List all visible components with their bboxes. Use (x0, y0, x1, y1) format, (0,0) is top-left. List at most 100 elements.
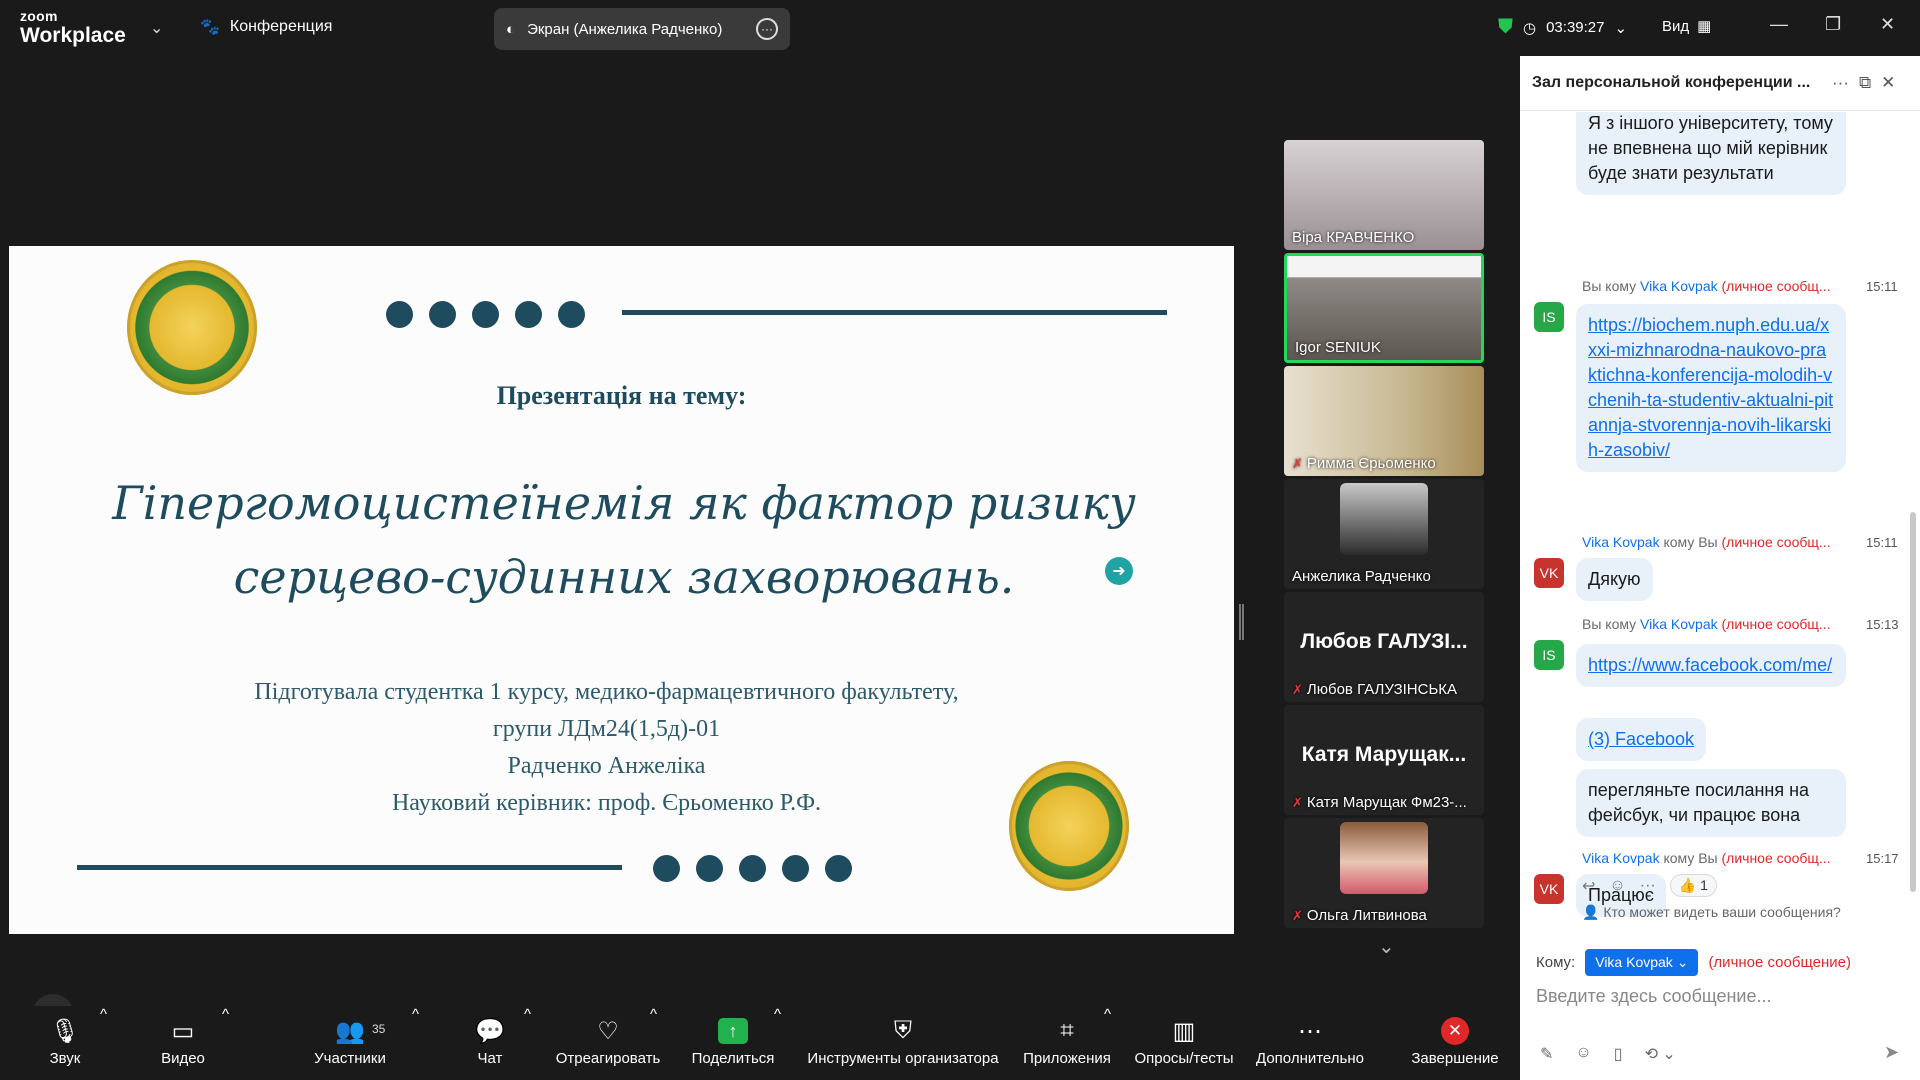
meeting-menu-label: Конференция (229, 18, 333, 35)
message-visibility-link[interactable]: 👤 Кто может видеть ваши сообщения? (1582, 904, 1841, 921)
audio-button[interactable]: 🎙 Звук (30, 1006, 100, 1080)
more-icon[interactable]: ··· (1640, 877, 1656, 895)
author-line: групи ЛДм24(1,5д)-01 (492, 716, 721, 742)
video-tile[interactable]: Любов ГАЛУЗІ... ✗ Любов ГАЛУЗІНСЬКА (1284, 592, 1484, 702)
chevron-down-icon[interactable]: ⌄ (1378, 934, 1395, 959)
participant-big-name: Катя Марущак... (1301, 743, 1467, 766)
chat-button[interactable]: 💬 Чат (460, 1006, 520, 1080)
participant-name: Igor SENIUK (1295, 339, 1381, 356)
file-icon[interactable]: ▯ (1614, 1044, 1623, 1064)
more-options-icon[interactable]: ··· (756, 18, 778, 40)
share-arrow-icon: ↑ (718, 1018, 748, 1044)
slide-dot (472, 301, 499, 328)
format-icon[interactable]: ✎ (1540, 1044, 1553, 1064)
share-button[interactable]: ↑ Поделиться (686, 1006, 780, 1080)
video-button[interactable]: ▭ Видео (148, 1006, 218, 1080)
mic-muted-icon: ✗ (1292, 907, 1303, 923)
more-icon[interactable]: ··· (1832, 73, 1849, 93)
chevron-down-icon[interactable]: ⌄ (150, 18, 163, 38)
chat-scrollbar[interactable] (1910, 512, 1916, 892)
slide-dot (429, 301, 456, 328)
chat-messages[interactable]: Я з іншого університету, тому не впевнен… (1520, 112, 1920, 950)
arrow-right-icon[interactable]: ➜ (1105, 557, 1133, 585)
end-button[interactable]: ✕ Завершение (1410, 1006, 1500, 1080)
chat-message-link[interactable]: https://biochem.nuph.edu.ua/xxxi-mizhnar… (1576, 304, 1846, 472)
slide-subtitle: Презентація на тему: (496, 381, 747, 410)
chevron-up-icon[interactable]: ^ (412, 1006, 419, 1080)
chat-message[interactable]: Дякую (1576, 558, 1653, 601)
restore-icon[interactable]: ❐ (1825, 14, 1841, 35)
video-tile[interactable]: ✗ Римма Єрьоменко (1284, 366, 1484, 476)
message-text: https://biochem.nuph.edu.ua/xxxi-mizhnar… (1588, 315, 1834, 460)
avatar: IS (1534, 640, 1564, 670)
more-button[interactable]: ⋯ Дополнительно (1250, 1006, 1370, 1080)
chevron-up-icon[interactable]: ^ (774, 1006, 781, 1080)
video-tile[interactable]: Віра КРАВЧЕНКО (1284, 140, 1484, 250)
close-icon[interactable]: ✕ (1881, 73, 1895, 93)
lab-emblem-icon (1009, 761, 1129, 891)
chat-message-link[interactable]: https://www.facebook.com/me/ (1576, 644, 1846, 687)
shield-check-icon: ⛊ (1498, 16, 1513, 38)
resize-handle[interactable] (1239, 604, 1244, 640)
meeting-timer[interactable]: ⛊ ◷ 03:39:27 ⌄ (1498, 16, 1627, 39)
participant-name: Віра КРАВЧЕНКО (1292, 229, 1415, 246)
message-text: перегляньте посилання на фейсбук, чи пра… (1588, 780, 1810, 825)
chevron-down-icon: ⌄ (1614, 19, 1628, 37)
video-tile[interactable]: Катя Марущак... ✗ Катя Марущак Фм23-... (1284, 705, 1484, 815)
chevron-up-icon[interactable]: ^ (650, 1006, 657, 1080)
video-tile[interactable]: ✗ Ольга Литвинова (1284, 818, 1484, 928)
chevron-up-icon[interactable]: ^ (524, 1006, 531, 1080)
apps-button[interactable]: ⌗ Приложения (1020, 1006, 1114, 1080)
mic-muted-icon: ✗ (1292, 455, 1303, 471)
reply-icon[interactable]: ↩ (1582, 876, 1595, 896)
recipient-row: Кому: Vika Kovpak ⌄ (личное сообщение) (1536, 949, 1851, 976)
video-tile[interactable]: Анжелика Радченко (1284, 479, 1484, 589)
share-screen-indicator[interactable]: ◐ Экран (Анжелика Радченко) ··· (494, 8, 790, 50)
author-line: Підготувала студентка 1 курсу, медико-фа… (254, 679, 959, 705)
popout-icon[interactable]: ⧉ (1859, 73, 1871, 93)
to-label: Кому: (1536, 954, 1576, 971)
participant-name: ✗ Катя Марущак Фм23-... (1292, 794, 1467, 811)
polls-button[interactable]: ▥ Опросы/тесты (1132, 1006, 1236, 1080)
avatar (1340, 483, 1428, 555)
heart-icon: ♡ (597, 1017, 619, 1045)
slide-dot (515, 301, 542, 328)
participant-name: Анжелика Радченко (1292, 568, 1431, 585)
participant-name: ✗ Ольга Литвинова (1292, 907, 1427, 924)
message-meta: Вы кому Vika Kovpak (личное сообщ... (1582, 278, 1831, 294)
message-text: https://www.facebook.com/me/ (1588, 655, 1833, 675)
screenshot-icon[interactable]: ⟲ ⌄ (1645, 1044, 1676, 1064)
host-tools-button[interactable]: ⛨ Инструменты организатора (803, 1006, 1003, 1080)
chevron-up-icon[interactable]: ^ (222, 1006, 229, 1080)
grid-icon: ▦ (1697, 18, 1712, 35)
view-menu[interactable]: Вид ▦ (1662, 17, 1712, 36)
chat-bubble-icon: 💬 (475, 1017, 505, 1045)
close-icon[interactable]: ✕ (1880, 14, 1895, 35)
slide-dot (653, 855, 680, 882)
reaction-thumbs-up[interactable]: 👍 1 (1669, 874, 1717, 897)
shared-slide: Презентація на тему: Гіпергомоцистеїнемі… (9, 246, 1234, 934)
slide-title: Гіпергомоцистеїнемія як фактор ризику се… (112, 476, 1136, 604)
participants-button[interactable]: 👥 Участники (305, 1006, 395, 1080)
brand-small: zoom (20, 8, 58, 24)
message-text: Я з іншого університету, тому не впевнен… (1588, 113, 1833, 183)
minimize-icon[interactable]: — (1770, 14, 1788, 35)
private-label: (личное сообщение) (1708, 954, 1851, 971)
meeting-menu[interactable]: 🐾 Конференция (200, 17, 332, 37)
video-tile-active[interactable]: Igor SENIUK (1284, 253, 1484, 363)
chevron-up-icon[interactable]: ^ (100, 1006, 107, 1080)
emoji-add-icon[interactable]: ☺ (1609, 877, 1625, 895)
chat-message[interactable]: перегляньте посилання на фейсбук, чи пра… (1576, 769, 1846, 837)
chat-message-link[interactable]: (3) Facebook (1576, 718, 1707, 761)
recipient-select[interactable]: Vika Kovpak ⌄ (1585, 949, 1699, 976)
chat-message[interactable]: Я з іншого університету, тому не впевнен… (1576, 112, 1846, 195)
chevron-up-icon[interactable]: ^ (1104, 1006, 1111, 1080)
send-icon[interactable]: ➤ (1884, 1042, 1899, 1063)
share-label: Экран (Анжелика Радченко) (527, 20, 723, 38)
message-time: 15:13 (1866, 617, 1899, 632)
react-button[interactable]: ♡ Отреагировать (550, 1006, 666, 1080)
message-input[interactable]: Введите здесь сообщение... (1536, 986, 1772, 1007)
emoji-icon[interactable]: ☺ (1575, 1044, 1591, 1064)
avatar: VK (1534, 874, 1564, 904)
clock-icon: ◷ (1523, 19, 1537, 37)
